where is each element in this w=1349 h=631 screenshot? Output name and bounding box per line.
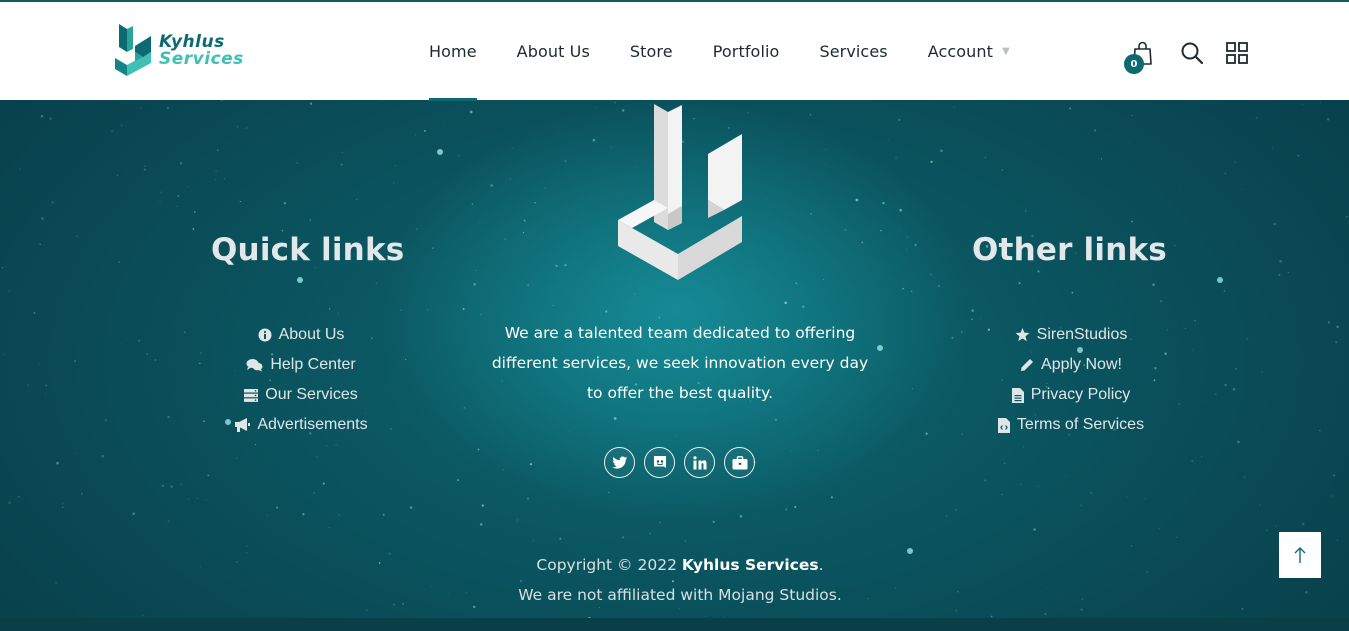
pencil-icon	[1021, 359, 1034, 371]
nav-store[interactable]: Store	[610, 2, 693, 100]
search-button[interactable]	[1179, 40, 1205, 66]
quick-link-label: Help Center	[270, 356, 356, 373]
bullhorn-icon	[235, 418, 251, 432]
nav-services[interactable]: Services	[799, 2, 907, 100]
quick-links-title: Quick links	[211, 232, 405, 268]
file-code-icon	[997, 417, 1010, 433]
quick-link-label: Advertisements	[257, 416, 368, 433]
briefcase-icon	[732, 455, 747, 469]
nav-home[interactable]: Home	[409, 2, 497, 101]
search-icon	[1181, 42, 1204, 65]
twitter-icon	[611, 455, 627, 469]
linkedin-icon	[692, 455, 706, 469]
nav-portfolio[interactable]: Portfolio	[693, 2, 800, 100]
kyhlus-logo-icon	[115, 24, 151, 76]
brand-line2: Services	[159, 49, 244, 69]
other-link-label: Terms of Services	[1016, 416, 1145, 433]
quick-link-label: About Us	[278, 326, 345, 343]
copyright-prefix: Copyright © 2022	[536, 556, 682, 574]
social-links	[604, 447, 764, 478]
quick-link-about-us[interactable]: About Us	[171, 320, 431, 350]
menu-grid-button[interactable]	[1224, 40, 1250, 66]
nav-account-label: Account	[927, 41, 994, 61]
other-link-label: Privacy Policy	[1030, 386, 1131, 403]
nav-portfolio-label: Portfolio	[712, 41, 780, 61]
brand-logo[interactable]: Kyhlus Services	[113, 22, 253, 82]
other-links-title: Other links	[972, 232, 1167, 268]
header-actions: 0	[1124, 36, 1254, 74]
copyright-suffix: .	[818, 556, 824, 574]
nav-home-label: Home	[429, 41, 477, 61]
nav-account[interactable]: Account ▼	[908, 2, 1030, 100]
discord-icon	[653, 455, 666, 468]
main-nav: Home About Us Store Portfolio Services A…	[409, 2, 1030, 101]
portfolio-link[interactable]	[724, 447, 755, 478]
nav-services-label: Services	[819, 41, 888, 61]
info-icon	[258, 328, 272, 342]
copyright-block: Copyright © 2022 Kyhlus Services. We are…	[480, 550, 880, 610]
other-links-list: SirenStudios Apply Now! Privacy Policy T…	[941, 320, 1201, 440]
arrow-up-icon	[1294, 547, 1306, 563]
copyright-line: Copyright © 2022 Kyhlus Services.	[480, 550, 880, 580]
quick-link-our-services[interactable]: Our Services	[171, 380, 431, 410]
caret-down-icon: ▼	[1002, 45, 1010, 57]
cart-count-badge: 0	[1124, 54, 1144, 74]
other-link-label: Apply Now!	[1041, 356, 1122, 373]
back-to-top-button[interactable]	[1279, 532, 1321, 578]
quick-link-help-center[interactable]: Help Center	[171, 350, 431, 380]
file-icon	[1011, 387, 1024, 403]
quick-link-advertisements[interactable]: Advertisements	[171, 410, 431, 440]
bottom-strip	[0, 618, 1349, 631]
kyhlus-large-logo-icon	[618, 104, 742, 280]
disclaimer-line: We are not affiliated with Mojang Studio…	[518, 586, 842, 604]
discord-link[interactable]	[644, 447, 675, 478]
other-link-privacy-policy[interactable]: Privacy Policy	[941, 380, 1201, 410]
nav-about-us[interactable]: About Us	[497, 2, 610, 100]
quick-link-label: Our Services	[265, 386, 358, 403]
nav-about-label: About Us	[516, 41, 590, 61]
other-link-label: SirenStudios	[1036, 326, 1128, 343]
star-icon	[1015, 328, 1030, 342]
about-line: to offer the best quality.	[586, 384, 774, 402]
site-footer: Quick links Other links About Us Help Ce…	[0, 100, 1349, 631]
other-link-sirenstudios[interactable]: SirenStudios	[941, 320, 1201, 350]
comments-icon	[246, 359, 263, 372]
other-link-terms-of-services[interactable]: Terms of Services	[941, 410, 1201, 440]
linkedin-link[interactable]	[684, 447, 715, 478]
site-header: Kyhlus Services Home About Us Store Port…	[0, 0, 1349, 101]
other-link-apply-now[interactable]: Apply Now!	[941, 350, 1201, 380]
about-line: different services, we seek innovation e…	[491, 354, 869, 372]
quick-links-list: About Us Help Center Our Services Advert…	[171, 320, 431, 440]
grid-icon	[1226, 42, 1248, 64]
twitter-link[interactable]	[604, 447, 635, 478]
copyright-brand[interactable]: Kyhlus Services	[682, 556, 819, 574]
server-icon	[244, 388, 259, 402]
about-description: We are a talented team dedicated to offe…	[490, 318, 870, 408]
nav-store-label: Store	[629, 41, 673, 61]
about-line: We are a talented team dedicated to offe…	[504, 324, 856, 342]
